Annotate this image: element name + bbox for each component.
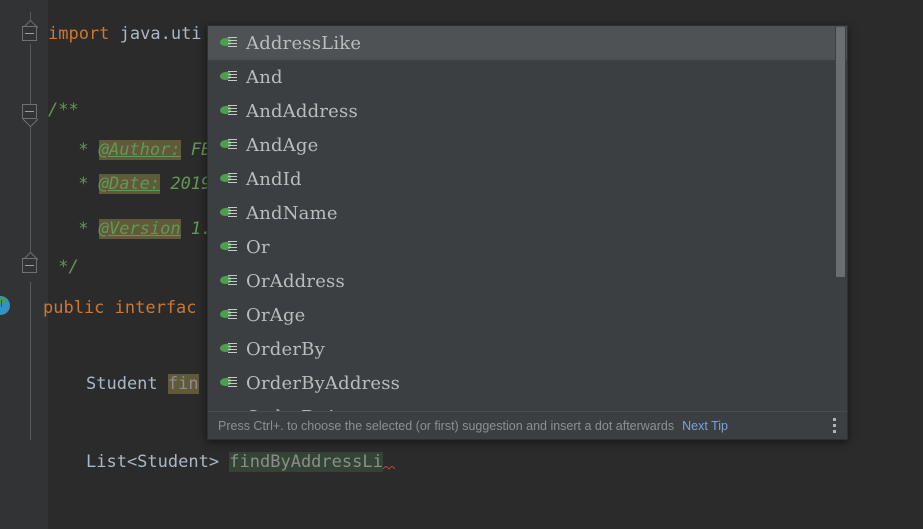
method-icon (219, 342, 237, 357)
more-vertical-icon[interactable] (833, 417, 837, 434)
completion-item-list[interactable]: AddressLike And AndAddress AndAge AndId AndNa… (208, 26, 847, 412)
method-icon (219, 138, 237, 153)
popup-scrollbar-track[interactable] (835, 27, 846, 411)
method-icon-lines (228, 104, 237, 118)
code-token: /** (48, 100, 79, 120)
fold-marker-javadoc-open[interactable] (22, 104, 39, 127)
completion-hint-text: Press Ctrl+. to choose the selected (or … (218, 418, 675, 433)
completion-item[interactable]: AddressLike (208, 26, 847, 60)
code-token: @Date: (98, 174, 161, 194)
code-line-method-2: List<Student> findByAddressLi (86, 452, 395, 472)
method-icon-lines (228, 172, 237, 186)
code-line-import: import java.uti (48, 24, 202, 44)
method-icon (219, 172, 237, 187)
ide-editor-screen: import java.uti /** * @Author: FBY * @Da… (0, 0, 923, 529)
completion-item-label: AndAddress (246, 100, 358, 122)
code-token: List<Student> (86, 452, 230, 472)
method-icon-lines (228, 376, 237, 390)
code-token: * (68, 140, 99, 160)
fold-marker-minus-icon (25, 264, 34, 266)
completion-item-label: AndAge (246, 134, 319, 156)
completion-item[interactable]: OrderByAddress (208, 366, 847, 400)
method-icon (219, 308, 237, 323)
fold-marker-minus-icon (25, 110, 34, 112)
code-line-doc-date: * @Date: 2019/ (68, 174, 222, 194)
completion-item[interactable]: AndAge (208, 128, 847, 162)
completion-item[interactable]: OrAddress (208, 264, 847, 298)
completion-item[interactable]: AndAddress (208, 94, 847, 128)
method-icon-lines (228, 70, 237, 84)
method-icon (219, 104, 237, 119)
completion-item-label: OrAge (246, 304, 306, 326)
code-token: findByAddressLi (229, 452, 383, 472)
code-token: @Version (98, 219, 181, 239)
method-icon-lines (228, 308, 237, 322)
code-line-doc-author: * @Author: FBY (68, 140, 222, 160)
code-token: */ (48, 257, 79, 277)
code-token: * (68, 219, 99, 239)
fold-marker-body (22, 26, 37, 41)
method-icon-lines (228, 274, 237, 288)
method-icon (219, 240, 237, 255)
code-completion-popup[interactable]: AddressLike And AndAddress AndAge AndId AndNa… (207, 25, 848, 440)
fold-marker-javadoc-close[interactable] (22, 252, 39, 275)
completion-item-label: OrAddress (246, 270, 345, 292)
completion-item-label: OrderByAddress (246, 372, 401, 394)
method-icon (219, 70, 237, 85)
code-token: java.uti (109, 24, 202, 44)
completion-item-label: AndId (246, 168, 302, 190)
menu-dot (833, 423, 836, 427)
method-icon-lines (228, 342, 237, 356)
completion-item[interactable]: AndId (208, 162, 847, 196)
code-token: Student (86, 374, 168, 394)
code-token: import (48, 24, 110, 44)
completion-hint-bar: Press Ctrl+. to choose the selected (or … (208, 411, 847, 439)
gutter-background (0, 0, 48, 440)
completion-item[interactable]: OrderBy (208, 332, 847, 366)
fold-line-javadoc (30, 120, 31, 268)
fold-line-bottom (30, 282, 31, 440)
editor-gutter[interactable] (0, 0, 48, 529)
method-icon-lines (228, 240, 237, 254)
completion-item[interactable]: AndName (208, 196, 847, 230)
code-line-interface: public interfac (43, 298, 197, 318)
code-line-doc-version: * @Version 1.0 (68, 219, 222, 239)
method-icon-lines (228, 36, 237, 50)
bean-stem (1, 300, 2, 307)
completion-item[interactable]: And (208, 60, 847, 94)
menu-dot (833, 429, 836, 433)
fold-line-mid (30, 44, 31, 104)
method-icon-lines (228, 206, 237, 220)
fold-marker-minus-icon (25, 32, 34, 34)
code-token: @Author: (98, 140, 181, 160)
code-token: fin (167, 374, 199, 394)
method-icon (219, 376, 237, 391)
method-icon (219, 274, 237, 289)
completion-item-label: And (246, 66, 283, 88)
method-icon (219, 36, 237, 51)
code-token: * (68, 174, 99, 194)
error-squiggle-icon (382, 466, 395, 470)
method-icon-lines (228, 138, 237, 152)
completion-item-label: Or (246, 236, 270, 258)
method-icon (219, 206, 237, 221)
completion-item-label: OrderBy (246, 338, 325, 360)
menu-dot (833, 417, 836, 421)
completion-item[interactable]: Or (208, 230, 847, 264)
code-line-doc-open: /** (48, 100, 79, 120)
completion-item-label: AddressLike (246, 32, 362, 54)
fold-marker-body (22, 258, 37, 273)
next-tip-link[interactable]: Next Tip (682, 419, 728, 433)
completion-item-label: AndName (246, 202, 338, 224)
completion-item[interactable]: OrAge (208, 298, 847, 332)
code-line-method-1: Student fin (86, 374, 199, 394)
popup-scrollbar-thumb[interactable] (836, 27, 845, 277)
code-token: public interfac (43, 298, 197, 318)
fold-marker-import[interactable] (22, 20, 39, 43)
code-line-doc-close: */ (48, 257, 79, 277)
fold-marker-body (22, 104, 37, 119)
